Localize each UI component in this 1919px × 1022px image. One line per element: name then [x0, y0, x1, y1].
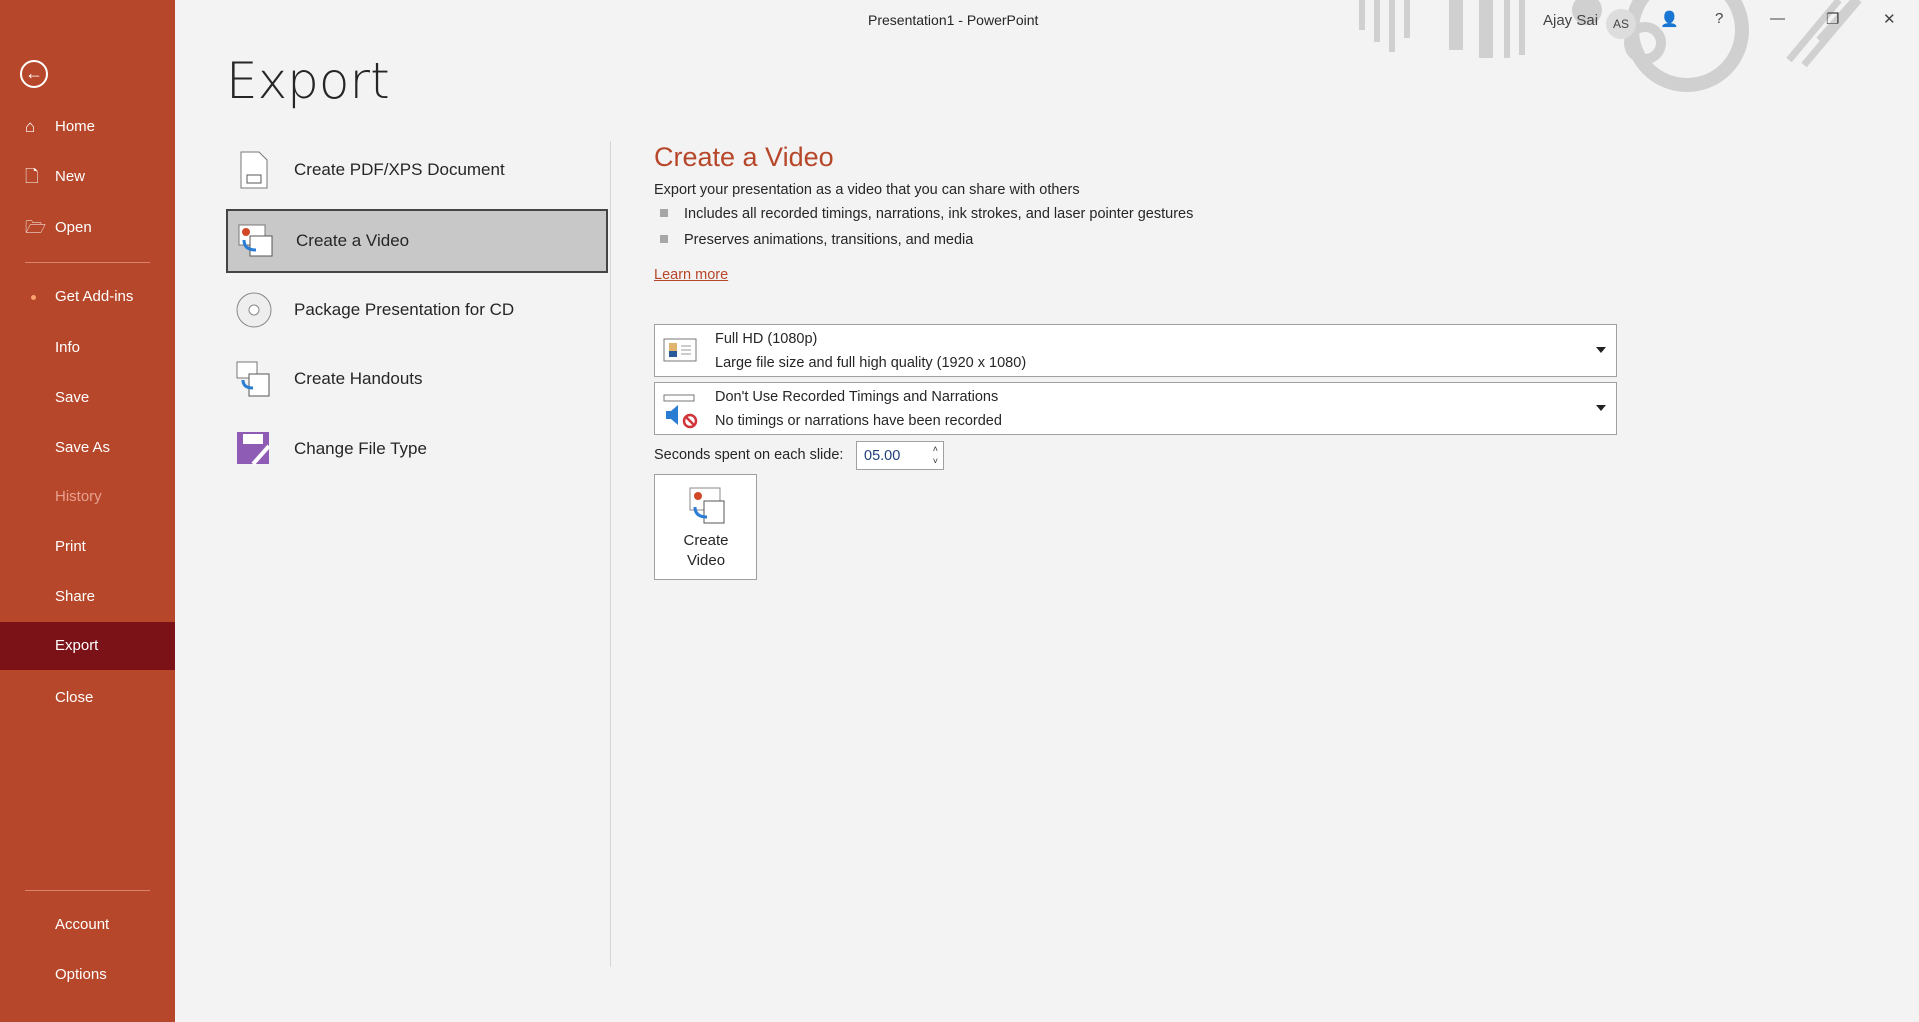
presentation-quality-icon [663, 338, 697, 362]
export-option-package-cd[interactable]: Package Presentation for CD [226, 278, 608, 342]
close-icon[interactable]: ✕ [1883, 10, 1896, 28]
sidebar-item-info[interactable]: Info [0, 324, 175, 372]
sidebar-item-close[interactable]: Close [0, 674, 175, 722]
sidebar-item-label: Save [55, 389, 90, 406]
pdf-document-icon [234, 150, 274, 190]
option-label: Change File Type [294, 439, 427, 458]
restore-icon[interactable]: ❐ [1826, 10, 1839, 28]
sidebar-item-label: Options [55, 966, 107, 983]
help-icon[interactable]: ? [1715, 10, 1723, 27]
chevron-down-icon [1596, 347, 1606, 353]
bullet-text: Includes all recorded timings, narration… [684, 206, 1194, 222]
backstage-sidebar: ← ⌂ Home 🗋 New 🗁 Open Get Add-ins Info Save… [0, 0, 175, 1022]
sidebar-item-label: Close [55, 689, 94, 706]
bullet-text: Preserves animations, transitions, and m… [684, 232, 974, 248]
folder-open-icon: 🗁 [25, 218, 47, 237]
sidebar-item-label: History [55, 488, 102, 505]
spinner-arrows-icon[interactable]: ˄ ˅ [933, 443, 938, 467]
panel-description: Export your presentation as a video that… [654, 182, 1080, 198]
sidebar-item-save-as[interactable]: Save As [0, 424, 175, 472]
new-file-icon: 🗋 [25, 167, 39, 186]
quality-dropdown[interactable]: Full HD (1080p) Large file size and full… [654, 324, 1617, 377]
sidebar-item-label: Share [55, 588, 96, 605]
chevron-down-icon [1596, 405, 1606, 411]
sidebar-item-history: History [0, 473, 175, 521]
video-icon [236, 221, 276, 261]
seconds-value: 05.00 [864, 448, 901, 464]
divider [25, 890, 150, 891]
timings-title: Don't Use Recorded Timings and Narration… [715, 389, 999, 405]
home-icon: ⌂ [25, 117, 36, 136]
sidebar-item-label: Get Add-ins [55, 288, 134, 305]
option-label: Package Presentation for CD [294, 300, 515, 319]
sidebar-item-label: Home [55, 118, 96, 135]
export-option-handouts[interactable]: Create Handouts [226, 347, 608, 411]
minimize-icon[interactable]: — [1770, 10, 1785, 27]
share-feedback-icon[interactable]: 👤 [1660, 10, 1679, 28]
sidebar-item-home[interactable]: ⌂ Home [0, 103, 175, 151]
seconds-label: Seconds spent on each slide: [654, 447, 844, 463]
cd-icon [234, 290, 274, 330]
timings-dropdown[interactable]: Don't Use Recorded Timings and Narration… [654, 382, 1617, 435]
sidebar-item-label: Save As [55, 439, 111, 456]
back-arrow-icon[interactable]: ← [20, 60, 48, 88]
timings-subtitle: No timings or narrations have been recor… [715, 413, 1002, 429]
sidebar-item-label: Open [55, 219, 92, 236]
quality-subtitle: Large file size and full high quality (1… [715, 355, 1027, 371]
sidebar-item-label: Print [55, 538, 86, 555]
create-video-label: Create Video [683, 532, 729, 569]
option-label: Create Handouts [294, 369, 423, 388]
sidebar-item-account[interactable]: Account [0, 901, 175, 949]
save-file-type-icon [234, 429, 274, 469]
bullet-icon [660, 235, 668, 243]
seconds-input[interactable]: 05.00 ˄ ˅ [856, 441, 944, 470]
handouts-icon [234, 359, 274, 399]
notification-dot-icon [31, 295, 36, 300]
panel-heading: Create a Video [654, 142, 834, 172]
create-video-icon [689, 487, 725, 524]
avatar[interactable]: AS [1606, 9, 1636, 39]
sidebar-item-export[interactable]: Export [0, 622, 175, 670]
bullet-icon [660, 209, 668, 217]
user-name[interactable]: Ajay Sai [1543, 12, 1598, 29]
divider [610, 141, 611, 967]
sidebar-item-label: New [55, 168, 86, 185]
sidebar-item-print[interactable]: Print [0, 523, 175, 571]
option-label: Create a Video [296, 231, 410, 250]
sidebar-item-save[interactable]: Save [0, 374, 175, 422]
export-option-video[interactable]: Create a Video [226, 209, 608, 273]
sidebar-item-label: Account [55, 916, 110, 933]
learn-more-link[interactable]: Learn more [654, 267, 728, 283]
sidebar-item-options[interactable]: Options [0, 951, 175, 999]
page-title: Export [226, 52, 390, 110]
sidebar-item-get-add-ins[interactable]: Get Add-ins [0, 273, 175, 321]
sidebar-item-share[interactable]: Share [0, 573, 175, 621]
create-video-button[interactable]: Create Video [654, 474, 757, 580]
window-title: Presentation1 - PowerPoint [868, 12, 1039, 28]
sidebar-item-new[interactable]: 🗋 New [0, 153, 175, 201]
no-narration-icon [663, 394, 698, 429]
quality-title: Full HD (1080p) [715, 331, 818, 347]
sidebar-item-label: Export [55, 637, 99, 654]
export-option-change-file-type[interactable]: Change File Type [226, 417, 608, 481]
divider [25, 262, 150, 263]
option-label: Create PDF/XPS Document [294, 160, 505, 179]
sidebar-item-label: Info [55, 339, 81, 356]
export-option-pdf[interactable]: Create PDF/XPS Document [226, 138, 608, 202]
sidebar-item-open[interactable]: 🗁 Open [0, 204, 175, 252]
